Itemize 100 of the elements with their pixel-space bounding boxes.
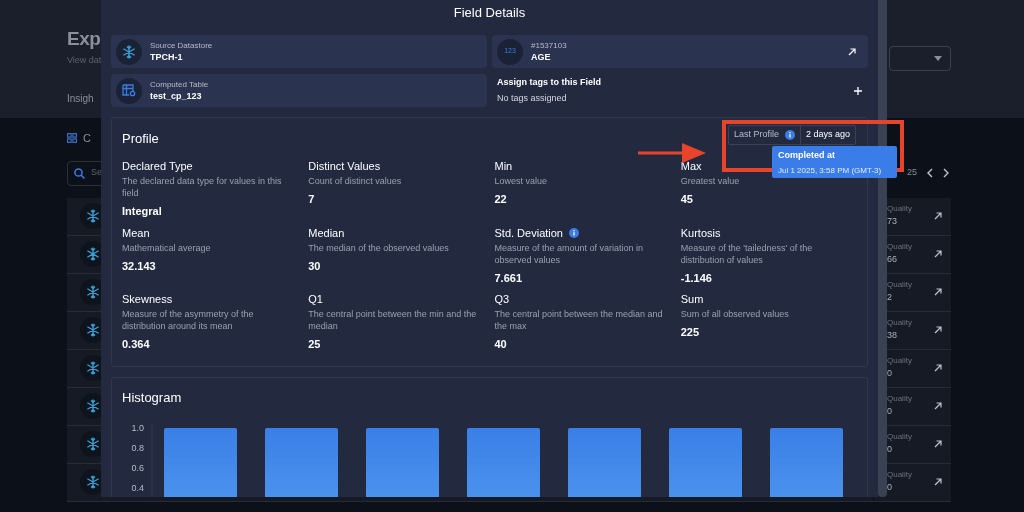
stat-description: Sum of all observed values	[680, 308, 789, 320]
table-gear-icon	[122, 84, 136, 97]
stat-value: 0.364	[122, 337, 150, 352]
arrow-annotation	[638, 143, 706, 163]
external-link-icon[interactable]	[933, 478, 942, 486]
card-value: TPCH-1	[150, 50, 184, 64]
external-link-icon[interactable]	[933, 364, 942, 372]
snowflake-icon	[86, 209, 100, 223]
stat-value: -1.146	[680, 270, 712, 286]
card-label: Computed Table	[150, 78, 210, 90]
external-link-icon[interactable]	[933, 250, 942, 258]
quality-label: Quality	[887, 279, 912, 292]
page-title: Exp	[67, 27, 101, 51]
grid-icon	[67, 133, 77, 144]
card-label: #1537103	[531, 39, 568, 51]
pagination-text: 25	[907, 166, 917, 180]
stat-description: Measure of the 'tailedness' of the distribution of values	[680, 241, 814, 266]
stat-name: Min	[494, 159, 513, 173]
caret-icon	[934, 56, 942, 61]
stat-description: The declared data type for values in this field	[122, 175, 283, 199]
stat-name: Skewness	[122, 292, 173, 306]
snowflake-icon	[86, 247, 100, 261]
stat-name: Distinct Values	[308, 159, 381, 173]
stat-description: The central point between the median and the max	[494, 308, 664, 332]
stat-value: 45	[680, 192, 693, 207]
stat-description: Mathematical average	[122, 241, 211, 254]
snowflake-icon	[86, 361, 100, 375]
section-label: C	[83, 131, 91, 146]
quality-label: Quality	[887, 393, 912, 406]
stat-description: Measure of the asymmetry of the distribution around its mean	[122, 308, 255, 332]
stat-value: 22	[494, 192, 507, 207]
card-value: test_cp_123	[150, 89, 203, 103]
stat-value: 30	[308, 258, 321, 274]
stat-name: Median	[308, 225, 345, 240]
quality-label: Quality	[887, 241, 912, 254]
quality-label: Quality	[887, 469, 912, 482]
quality-label: Quality	[887, 317, 912, 330]
quality-value: 0	[887, 367, 893, 381]
stat-name: Q3	[494, 292, 510, 306]
tab[interactable]: Insigh	[67, 91, 94, 106]
quality-value: 0	[887, 443, 893, 457]
external-link-icon[interactable]	[933, 326, 942, 334]
stat-value: 7	[308, 192, 315, 207]
quality-value: 73	[887, 215, 898, 229]
stat-name: Declared Type	[122, 159, 193, 173]
tags-title: Assign tags to this Field	[497, 75, 601, 89]
snowflake-icon	[122, 44, 136, 59]
quality-value: 2	[887, 291, 893, 305]
stat-value: 40	[494, 337, 507, 352]
stat-description: Greatest value	[680, 175, 740, 187]
snowflake-icon	[86, 399, 100, 413]
page-subtitle: View dat	[67, 54, 102, 67]
quality-value: 38	[887, 329, 898, 343]
tags-value: No tags assigned	[497, 92, 568, 105]
snowflake-icon	[86, 437, 100, 451]
quality-label: Quality	[887, 355, 912, 368]
last-profile-value: 2 days ago	[804, 128, 851, 142]
y-axis-label: 1.0	[131, 422, 144, 433]
histogram-title: Histogram	[122, 389, 182, 407]
stat-value: 7.661	[494, 270, 523, 286]
chevron-left-icon[interactable]	[927, 168, 933, 178]
stat-name: Q1	[308, 292, 323, 306]
stat-name: Std. Deviation	[494, 225, 563, 240]
profile-title: Profile	[122, 130, 159, 149]
chevron-right-icon[interactable]	[943, 168, 949, 178]
card-label: Source Datastore	[150, 39, 214, 51]
quality-value: 0	[887, 481, 893, 495]
quality-label: Quality	[887, 203, 912, 216]
snowflake-icon	[86, 323, 100, 337]
quality-value: 0	[887, 405, 893, 419]
external-link-icon[interactable]	[933, 402, 942, 410]
y-axis-label: 0.4	[131, 482, 144, 493]
stat-value: 225	[680, 325, 700, 340]
last-profile-label: Last Profile	[733, 128, 779, 142]
snowflake-icon	[86, 475, 100, 489]
y-axis-label: 0.8	[131, 442, 144, 453]
stat-description: Count of distinct values	[308, 175, 402, 187]
quality-label: Quality	[887, 431, 912, 444]
stat-name: Sum	[680, 292, 704, 306]
stat-value: 25	[308, 337, 321, 352]
card-value: AGE	[531, 50, 552, 64]
stat-name: Mean	[122, 225, 150, 240]
tooltip-title: Completed at	[778, 149, 835, 162]
tooltip-text: Jul 1 2025, 3:58 PM (GMT-3)	[778, 164, 882, 177]
info-icon[interactable]	[784, 130, 795, 140]
info-icon[interactable]	[569, 227, 579, 238]
y-axis-label: 0.6	[131, 462, 144, 473]
external-link-icon[interactable]	[933, 288, 942, 296]
plus-icon[interactable]	[854, 86, 862, 95]
stat-name: Kurtosis	[680, 225, 721, 240]
stat-description: Measure of the amount of variation in observed values	[494, 241, 645, 266]
snowflake-icon	[86, 285, 100, 299]
external-link-icon[interactable]	[933, 440, 942, 448]
external-link-icon[interactable]	[933, 212, 942, 220]
search-icon	[74, 167, 85, 179]
quality-value: 66	[887, 253, 898, 267]
stat-description: The central point between the min and the median	[308, 308, 478, 332]
stat-name: Max	[680, 159, 702, 173]
stat-value: 32.143	[122, 258, 156, 274]
modal-title: Field Details	[453, 4, 526, 22]
